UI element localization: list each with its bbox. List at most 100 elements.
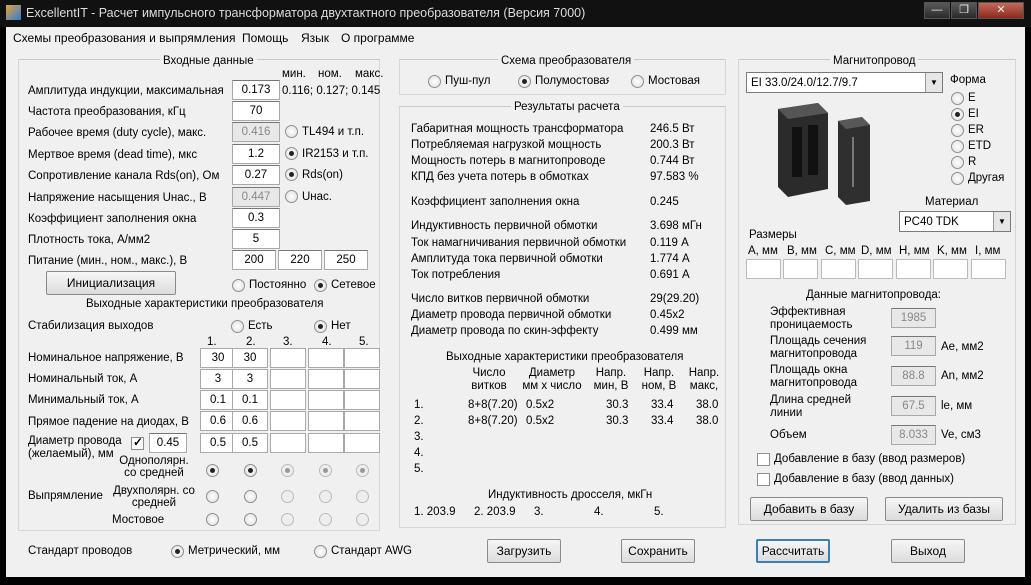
rect-r3c1-radio[interactable] xyxy=(206,513,219,526)
imin-5-input[interactable] xyxy=(344,390,380,410)
shape-r-radio[interactable] xyxy=(951,156,964,169)
vnom-1-input[interactable]: 30 xyxy=(200,348,236,368)
imin-2-input[interactable]: 0.1 xyxy=(232,390,268,410)
dim-h-input[interactable] xyxy=(896,259,931,279)
ir2153-radio[interactable] xyxy=(285,147,298,160)
vnom-4-input[interactable] xyxy=(308,348,344,368)
rect-r3c3-radio[interactable] xyxy=(281,513,294,526)
menu-language[interactable]: Язык xyxy=(301,31,329,45)
menu-schemes[interactable]: Схемы преобразования и выпрямления xyxy=(13,31,235,45)
dim-c-input[interactable] xyxy=(821,259,856,279)
vdiode-1-input[interactable]: 0.6 xyxy=(200,411,236,431)
rect-r3c4-radio[interactable] xyxy=(319,513,332,526)
menu-help[interactable]: Помощь xyxy=(242,31,288,45)
rect-r2c3-radio[interactable] xyxy=(281,490,294,503)
load-button[interactable]: Загрузить xyxy=(487,539,561,563)
usat-radio[interactable] xyxy=(285,190,298,203)
awg-radio[interactable] xyxy=(314,545,327,558)
rect-r1c4-radio[interactable] xyxy=(319,464,332,477)
dim-k-input[interactable] xyxy=(933,259,968,279)
vdiode-2-input[interactable]: 0.6 xyxy=(232,411,268,431)
inom-5-input[interactable] xyxy=(344,369,380,389)
rect-r3c5-radio[interactable] xyxy=(356,513,369,526)
delete-from-db-button[interactable]: Удалить из базы xyxy=(885,497,1003,521)
rect-r3c2-radio[interactable] xyxy=(244,513,257,526)
imin-1-input[interactable]: 0.1 xyxy=(200,390,236,410)
density-input[interactable]: 5 xyxy=(232,229,280,249)
dim-i-input[interactable] xyxy=(971,259,1006,279)
halfbridge-radio[interactable] xyxy=(518,75,531,88)
shape-etd-radio[interactable] xyxy=(951,140,964,153)
tl494-radio[interactable] xyxy=(285,125,298,138)
dead-input[interactable]: 1.2 xyxy=(232,144,280,164)
save-button[interactable]: Сохранить xyxy=(621,539,695,563)
vdiode-3-input[interactable] xyxy=(270,411,306,431)
fill-input[interactable]: 0.3 xyxy=(232,208,280,228)
rect-r1c5-radio[interactable] xyxy=(356,464,369,477)
wire-1-input[interactable]: 0.5 xyxy=(200,433,236,453)
vnom-2-input[interactable]: 30 xyxy=(232,348,268,368)
menu-about[interactable]: О программе xyxy=(341,31,414,45)
vnom-3-input[interactable] xyxy=(270,348,306,368)
material-select[interactable]: PC40 TDK ▼ xyxy=(899,211,1011,232)
wire-default-input[interactable]: 0.45 xyxy=(149,433,187,453)
mains-radio[interactable] xyxy=(314,279,327,292)
rect-r1c1-radio[interactable] xyxy=(206,464,219,477)
wire-2-input[interactable]: 0.5 xyxy=(232,433,268,453)
maximize-button[interactable]: ❐ xyxy=(951,2,977,19)
dim-b-input[interactable] xyxy=(783,259,818,279)
exit-button[interactable]: Выход xyxy=(891,539,965,563)
inom-1-input[interactable]: 3 xyxy=(200,369,236,389)
wire-3-input[interactable] xyxy=(270,433,306,453)
rect-r1c2-radio[interactable] xyxy=(244,464,257,477)
add-to-db-button[interactable]: Добавить в базу xyxy=(750,497,868,521)
fullbridge-radio[interactable] xyxy=(631,75,644,88)
supply-max-input[interactable]: 250 xyxy=(324,250,368,270)
init-button[interactable]: Инициализация xyxy=(46,271,176,295)
rds-input[interactable]: 0.27 xyxy=(232,165,280,185)
shape-er-radio[interactable] xyxy=(951,124,964,137)
wire-checkbox[interactable] xyxy=(131,435,144,450)
rect-r2c5-radio[interactable] xyxy=(356,490,369,503)
add-dims-checkbox[interactable] xyxy=(757,453,770,466)
vdiode-4-input[interactable] xyxy=(308,411,344,431)
vnom-5-input[interactable] xyxy=(344,348,380,368)
shape-e-radio[interactable] xyxy=(951,92,964,105)
rect-r2c2-radio[interactable] xyxy=(244,490,257,503)
inom-2-input[interactable]: 3 xyxy=(232,369,268,389)
minimize-button[interactable]: — xyxy=(924,2,950,19)
shape-other-radio[interactable] xyxy=(951,172,964,185)
result-label: Индуктивность первичной обмотки xyxy=(411,220,598,232)
imin-3-input[interactable] xyxy=(270,390,306,410)
inom-4-input[interactable] xyxy=(308,369,344,389)
inom-3-input[interactable] xyxy=(270,369,306,389)
const-radio[interactable] xyxy=(232,279,245,292)
add-data-checkbox[interactable] xyxy=(757,473,770,486)
rect-r1c3-radio[interactable] xyxy=(281,464,294,477)
supply-nom-input[interactable]: 220 xyxy=(278,250,322,270)
usat-input[interactable]: 0.447 xyxy=(232,187,280,207)
stab-no-radio[interactable] xyxy=(314,320,327,333)
wire-5-input[interactable] xyxy=(344,433,380,453)
col-3-label: 3. xyxy=(283,336,293,348)
stab-yes-radio[interactable] xyxy=(231,320,244,333)
induction-input[interactable]: 0.173 xyxy=(232,80,280,100)
shape-ei-radio[interactable] xyxy=(951,108,964,121)
calculate-button[interactable]: Рассчитать xyxy=(756,539,830,563)
dim-d-input[interactable] xyxy=(858,259,893,279)
duty-input[interactable]: 0.416 xyxy=(232,122,280,142)
supply-min-input[interactable]: 200 xyxy=(232,250,276,270)
imin-4-input[interactable] xyxy=(308,390,344,410)
pushpull-radio[interactable] xyxy=(428,75,441,88)
vdiode-5-input[interactable] xyxy=(344,411,380,431)
core-select[interactable]: EI 33.0/24.0/12.7/9.7 ▼ xyxy=(746,72,943,93)
wire-4-input[interactable] xyxy=(308,433,344,453)
rds-radio[interactable] xyxy=(285,168,298,181)
input-title: Входные данные xyxy=(160,54,257,68)
close-button[interactable]: ✕ xyxy=(978,2,1024,19)
freq-input[interactable]: 70 xyxy=(232,101,280,121)
metric-radio[interactable] xyxy=(171,545,184,558)
dim-a-input[interactable] xyxy=(746,259,781,279)
rect-r2c4-radio[interactable] xyxy=(319,490,332,503)
rect-r2c1-radio[interactable] xyxy=(206,490,219,503)
